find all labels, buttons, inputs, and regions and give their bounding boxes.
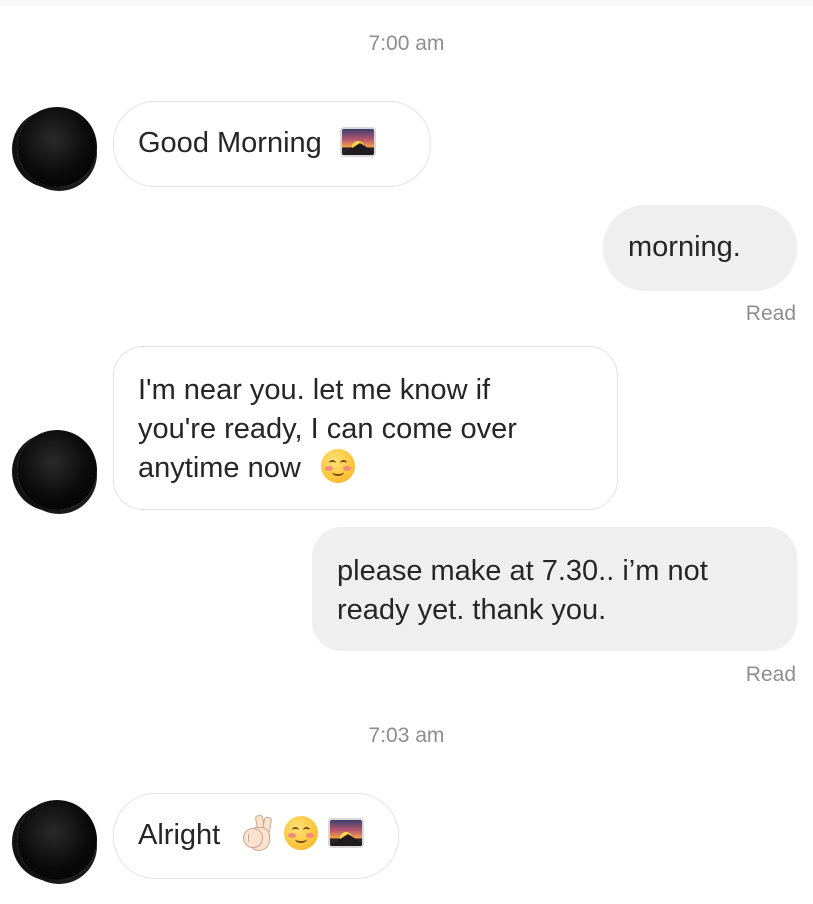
read-receipt: Read — [745, 302, 796, 325]
message-bubble-incoming[interactable]: Alright — [113, 793, 399, 879]
message-text-line: anytime now — [138, 452, 301, 484]
ok-hand-icon — [242, 814, 273, 852]
avatar[interactable] — [17, 800, 97, 880]
message-text: morning. — [628, 231, 741, 263]
message-bubble-incoming[interactable]: Good Morning — [113, 101, 431, 187]
read-receipt: Read — [745, 663, 796, 686]
message-bubble-outgoing[interactable]: please make at 7.30.. i’m not ready yet.… — [312, 527, 797, 651]
timestamp: 7:00 am — [368, 32, 445, 55]
message-bubble-outgoing[interactable]: morning. — [603, 205, 797, 291]
timestamp: 7:03 am — [368, 724, 445, 747]
sunrise-over-mountains-icon — [328, 818, 365, 849]
message-text: Good Morning — [138, 127, 322, 159]
smiling-face-icon — [284, 816, 319, 851]
top-divider — [0, 0, 813, 6]
sunrise-over-mountains-icon — [339, 127, 376, 158]
message-bubble-incoming[interactable]: I'm near you. let me know if you're read… — [113, 346, 618, 510]
avatar[interactable] — [17, 107, 97, 187]
message-text: Alright — [138, 819, 221, 851]
smiling-face-icon — [320, 449, 355, 484]
avatar[interactable] — [17, 430, 97, 510]
message-text-line: please make at 7.30.. i’m not — [337, 555, 708, 587]
message-text-line: ready yet. thank you. — [337, 594, 607, 626]
message-text-line: I'm near you. let me know if — [138, 374, 491, 406]
message-text-line: you're ready, I can come over — [138, 413, 517, 445]
